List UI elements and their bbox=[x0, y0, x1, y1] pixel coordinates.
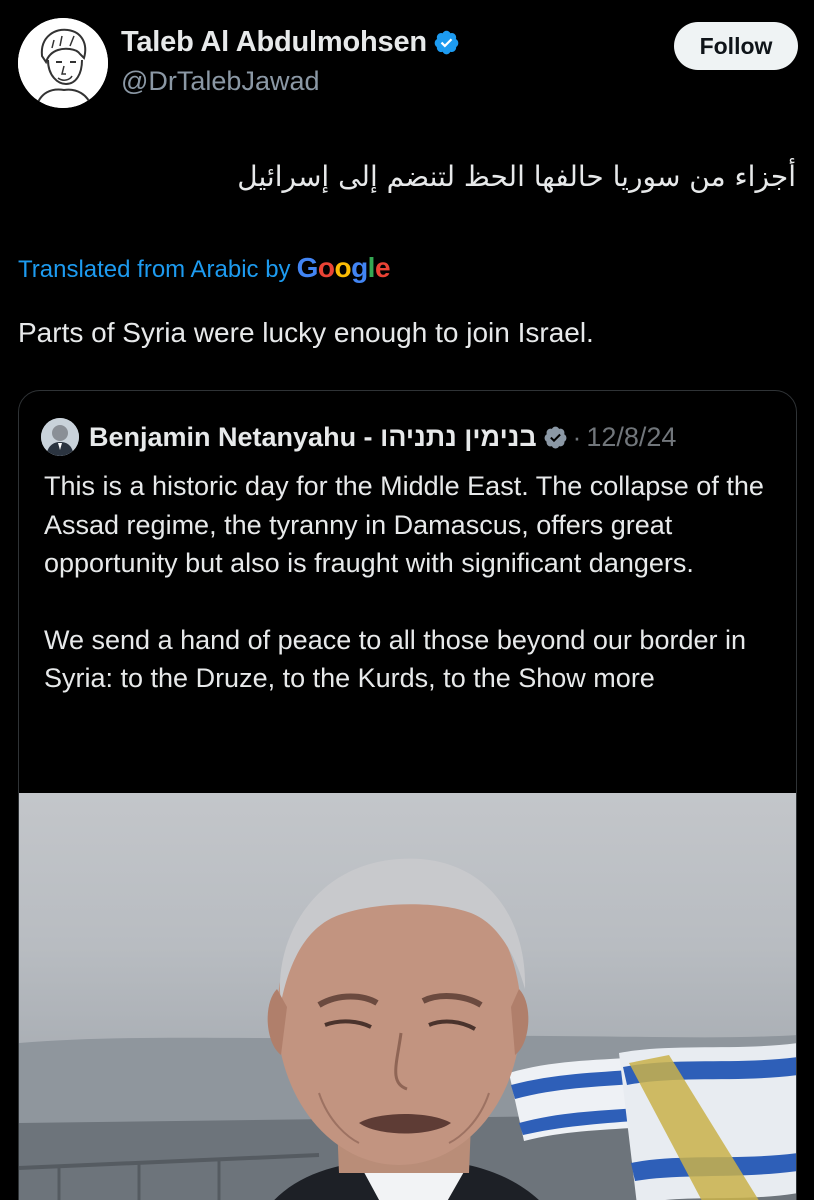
author-handle[interactable]: @DrTalebJawad bbox=[121, 66, 320, 97]
quoted-tweet-header: Benjamin Netanyahu - בנימין נתניהו · 12/… bbox=[41, 417, 676, 457]
quoted-author-name[interactable]: Benjamin Netanyahu - בנימין נתניהו bbox=[89, 422, 537, 453]
translated-label: Translated from Arabic by bbox=[18, 256, 291, 283]
tweet-translation: Parts of Syria were lucky enough to join… bbox=[18, 317, 594, 348]
tweet-page: Taleb Al Abdulmohsen @DrTalebJawad Follo… bbox=[0, 0, 814, 1200]
author-display-name[interactable]: Taleb Al Abdulmohsen bbox=[121, 26, 427, 59]
google-logo: Google bbox=[296, 252, 391, 283]
follow-button[interactable]: Follow bbox=[674, 22, 798, 70]
quoted-tweet-date[interactable]: 12/8/24 bbox=[586, 422, 676, 453]
quoted-tweet-video[interactable] bbox=[19, 793, 796, 1200]
translation-attribution[interactable]: Translated from Arabic by Google bbox=[18, 252, 391, 284]
tweet-header: Taleb Al Abdulmohsen @DrTalebJawad Follo… bbox=[18, 18, 798, 110]
separator-dot: · bbox=[572, 421, 582, 452]
quoted-tweet-card[interactable]: Benjamin Netanyahu - בנימין נתניהו · 12/… bbox=[18, 390, 797, 1200]
quoted-tweet-body: This is a historic day for the Middle Ea… bbox=[44, 467, 784, 698]
quoted-paragraph-1: This is a historic day for the Middle Ea… bbox=[44, 471, 764, 578]
quoted-paragraph-2: We send a hand of peace to all those bey… bbox=[44, 621, 784, 698]
video-frame-image bbox=[19, 858, 796, 1200]
quoted-author-avatar[interactable] bbox=[41, 418, 79, 456]
show-more-link[interactable]: Show more bbox=[518, 663, 655, 693]
verified-badge-icon bbox=[544, 426, 567, 448]
author-avatar[interactable] bbox=[18, 18, 108, 108]
tweet-original-text: أجزاء من سوريا حالفها الحظ لتنضم إلى إسر… bbox=[237, 160, 796, 193]
author-name-row: Taleb Al Abdulmohsen bbox=[121, 26, 460, 59]
verified-badge-icon bbox=[434, 30, 459, 55]
